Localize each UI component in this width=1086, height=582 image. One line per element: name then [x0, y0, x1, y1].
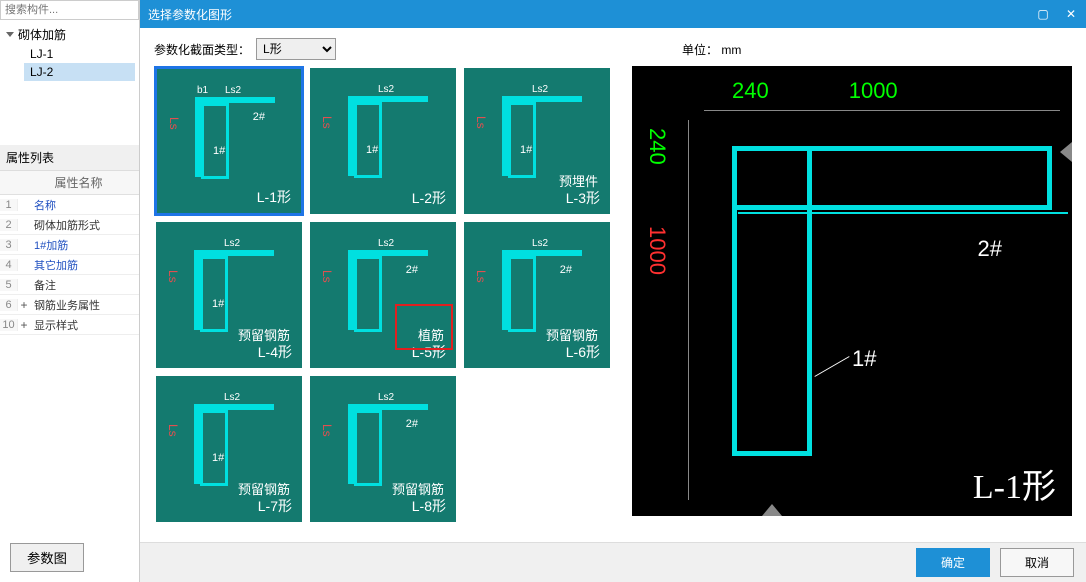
- close-icon[interactable]: ✕: [1064, 7, 1078, 21]
- shape-l8[interactable]: Ls2 Ls 2# 预留钢筋 L-8形: [308, 374, 458, 524]
- tree-item-lj2[interactable]: LJ-2: [24, 63, 135, 81]
- prop-row[interactable]: 6+钢筋业务属性: [0, 295, 139, 315]
- shape-l1[interactable]: b1 Ls2 Ls 2# 1# L-1形: [154, 66, 304, 216]
- expand-icon[interactable]: +: [18, 318, 30, 332]
- dim-width-small: 240: [732, 78, 769, 104]
- prop-row[interactable]: 2砌体加筋形式: [0, 215, 139, 235]
- shape-l3[interactable]: Ls2 Ls 1# 预埋件 L-3形: [462, 66, 612, 216]
- arrow-right-icon: [1060, 142, 1072, 162]
- rebar-label-1: 1#: [852, 346, 876, 372]
- section-type-label: 参数化截面类型：: [154, 41, 250, 58]
- props-title: 属性列表: [0, 145, 139, 171]
- maximize-icon[interactable]: ▢: [1036, 7, 1050, 21]
- dialog-title: 选择参数化图形: [148, 6, 232, 23]
- leader-line: [814, 356, 849, 377]
- rebar-vertical: [732, 146, 812, 456]
- search-input[interactable]: [0, 0, 139, 20]
- props-header-label: 属性名称: [18, 174, 139, 191]
- shape-l6[interactable]: Ls2 Ls 2# 预留钢筋 L-6形: [462, 220, 612, 370]
- caret-down-icon: [6, 32, 14, 37]
- unit-value: mm: [721, 43, 741, 57]
- arrow-down-icon: [762, 504, 782, 516]
- component-tree: 砌体加筋 LJ-1 LJ-2: [0, 20, 139, 85]
- shape-l5[interactable]: Ls2 Ls 2# 植筋 L-5形: [308, 220, 458, 370]
- ok-button[interactable]: 确定: [916, 548, 990, 577]
- prop-row[interactable]: 1名称: [0, 195, 139, 215]
- parametric-dialog: 选择参数化图形 ▢ ✕ 参数化截面类型： L形 单位： mm b1 Ls2: [140, 0, 1086, 582]
- prop-row[interactable]: 5备注: [0, 275, 139, 295]
- tree-root[interactable]: 砌体加筋: [4, 24, 135, 45]
- dim-height-large: 1000: [644, 226, 670, 275]
- preview-type-label: L-1形: [973, 459, 1056, 508]
- cancel-button[interactable]: 取消: [1000, 548, 1074, 577]
- param-image-button[interactable]: 参数图: [10, 543, 84, 572]
- shape-l7[interactable]: Ls2 Ls 1# 预留钢筋 L-7形: [154, 374, 304, 524]
- shape-l4[interactable]: Ls2 Ls 1# 预留钢筋 L-4形: [154, 220, 304, 370]
- prop-row[interactable]: 31#加筋: [0, 235, 139, 255]
- section-type-select[interactable]: L形: [256, 38, 336, 60]
- shape-l2[interactable]: Ls2 Ls 1# L-2形: [308, 66, 458, 216]
- dim-width-large: 1000: [849, 78, 898, 104]
- dim-height-small: 240: [644, 128, 670, 165]
- dimension-line: [704, 110, 1060, 111]
- tree-item-lj1[interactable]: LJ-1: [24, 45, 135, 63]
- props-header: 属性名称: [0, 171, 139, 195]
- expand-icon[interactable]: +: [18, 298, 30, 312]
- unit-label: 单位：: [682, 43, 718, 57]
- shape-grid: b1 Ls2 Ls 2# 1# L-1形 Ls2 Ls 1# L-2形: [154, 66, 624, 524]
- prop-row[interactable]: 10+显示样式: [0, 315, 139, 335]
- tree-root-label: 砌体加筋: [18, 26, 66, 43]
- dialog-titlebar[interactable]: 选择参数化图形 ▢ ✕: [140, 0, 1086, 28]
- shape-preview: 240 1000 240 1000 2# 1# L-1形: [632, 66, 1072, 516]
- prop-row[interactable]: 4其它加筋: [0, 255, 139, 275]
- rebar-label-2: 2#: [978, 236, 1002, 262]
- dimension-line: [688, 120, 689, 500]
